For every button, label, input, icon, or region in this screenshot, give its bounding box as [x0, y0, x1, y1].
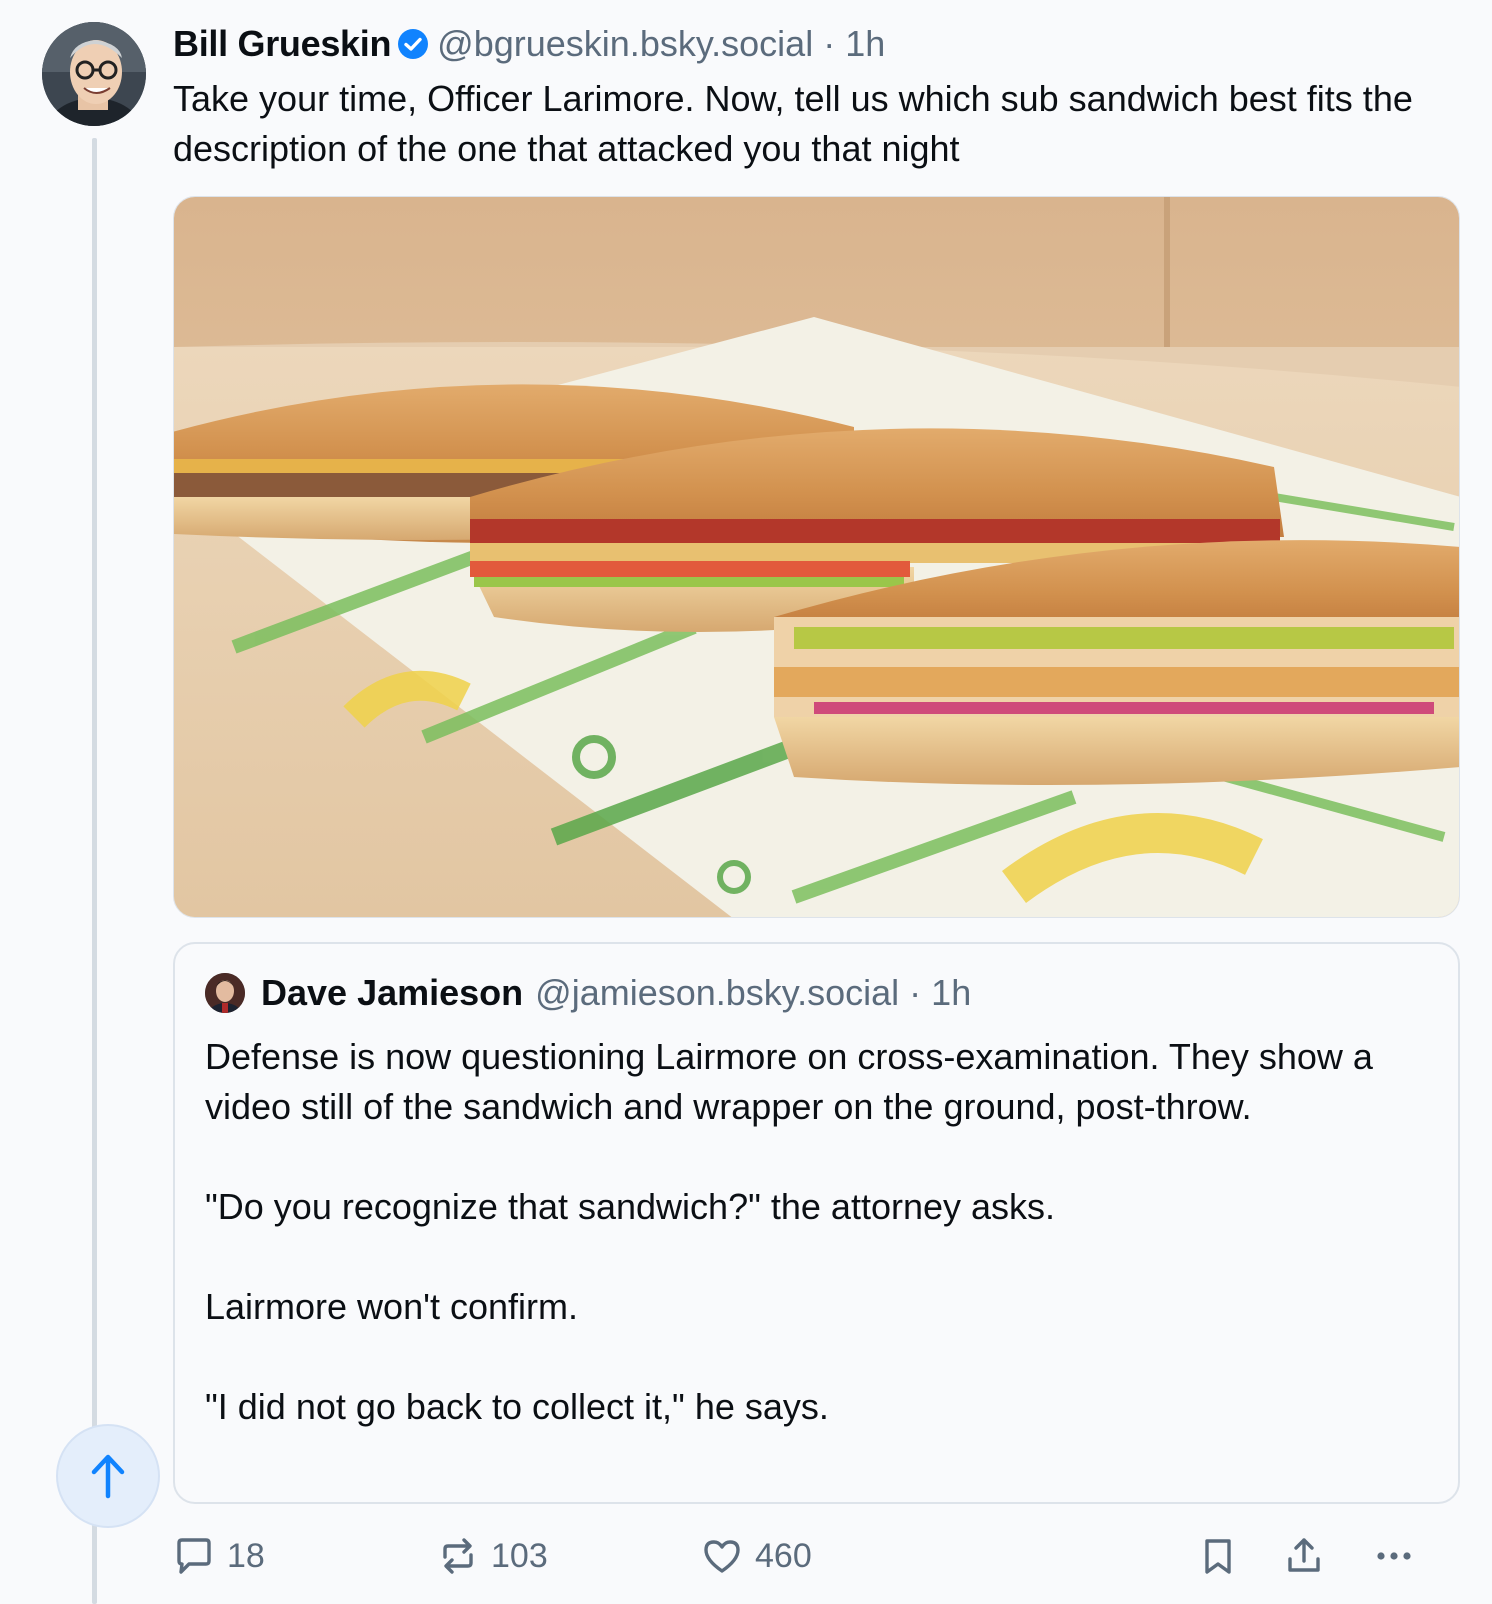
quoted-paragraph: "I did not go back to collect it," he sa…: [205, 1386, 829, 1427]
heart-icon: [704, 1540, 740, 1573]
verified-badge-icon[interactable]: [397, 28, 429, 60]
quoted-post-text: Defense is now questioning Lairmore on c…: [205, 1032, 1425, 1432]
reply-count: 18: [227, 1536, 265, 1575]
thread-line: [92, 138, 97, 1604]
post-header: Bill Grueskin @bgrueskin.bsky.social · 1…: [173, 20, 885, 68]
arrow-up-icon: [91, 1454, 125, 1499]
post-actions: 18 103 460: [173, 1530, 1463, 1582]
post-thread: Bill Grueskin @bgrueskin.bsky.social · 1…: [0, 0, 1492, 1604]
repost-count: 103: [491, 1536, 548, 1575]
more-options-button[interactable]: [1373, 1530, 1415, 1582]
header-separator: ·: [823, 23, 836, 64]
quoted-post[interactable]: Dave Jamieson @jamieson.bsky.social · 1h…: [173, 942, 1460, 1504]
quoted-author-avatar[interactable]: [205, 973, 245, 1013]
repost-icon: [443, 1538, 473, 1574]
bookmark-icon: [1205, 1539, 1231, 1574]
quoted-post-timestamp[interactable]: 1h: [931, 972, 971, 1014]
share-button[interactable]: [1283, 1530, 1325, 1582]
scroll-to-top-button[interactable]: [56, 1424, 160, 1528]
quoted-header-separator: ·: [909, 972, 922, 1013]
author-handle[interactable]: @bgrueskin.bsky.social: [437, 23, 813, 65]
quoted-post-header: Dave Jamieson @jamieson.bsky.social · 1h: [205, 970, 971, 1016]
post-timestamp[interactable]: 1h: [845, 23, 885, 65]
reply-bubble-icon: [177, 1538, 211, 1574]
like-count: 460: [755, 1536, 812, 1575]
quoted-paragraph: Defense is now questioning Lairmore on c…: [205, 1036, 1373, 1127]
quoted-paragraph: "Do you recognize that sandwich?" the at…: [205, 1186, 1056, 1227]
quoted-author-handle[interactable]: @jamieson.bsky.social: [535, 972, 899, 1014]
repost-button[interactable]: 103: [437, 1530, 548, 1582]
author-display-name[interactable]: Bill Grueskin: [173, 23, 391, 65]
subway-sandwiches-photo-icon: [174, 197, 1459, 917]
quoted-author-display-name[interactable]: Dave Jamieson: [261, 972, 523, 1014]
share-icon: [1288, 1538, 1320, 1572]
bookmark-button[interactable]: [1197, 1530, 1239, 1582]
more-dots-icon: [1377, 1552, 1411, 1560]
post-text: Take your time, Officer Larimore. Now, t…: [173, 78, 1413, 169]
post-image[interactable]: [173, 196, 1460, 918]
quoted-paragraph: Lairmore won't confirm.: [205, 1286, 578, 1327]
like-button[interactable]: 460: [701, 1530, 812, 1582]
reply-button[interactable]: 18: [173, 1530, 265, 1582]
author-avatar[interactable]: [42, 22, 146, 126]
